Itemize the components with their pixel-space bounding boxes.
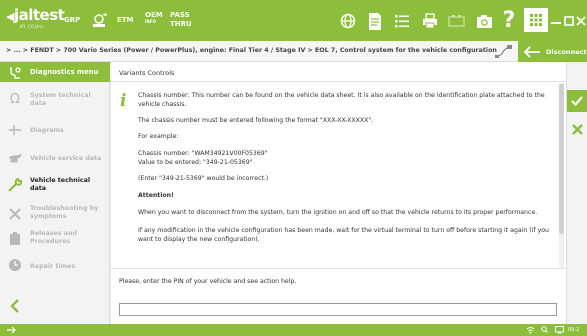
wifi-icon	[526, 327, 535, 334]
collapse-sidebar-button[interactable]	[8, 298, 22, 313]
sidebar-item-releases-procedures[interactable]: Releases and Procedures	[0, 228, 110, 256]
diagnostics-menu-header[interactable]: Diagnostics menu	[0, 62, 110, 82]
sidebar-item-vehicle-technical-data[interactable]: Vehicle technical data	[0, 172, 110, 202]
gear-clock-icon	[8, 258, 22, 272]
etm-button[interactable]: ETM	[117, 17, 134, 24]
sidebar-item-repair-times[interactable]: Repair times	[0, 254, 110, 282]
monitor-icon	[555, 326, 564, 334]
paragraph: Value to be entered: "349-21-05369"	[138, 159, 253, 166]
info-icon: i	[120, 91, 127, 111]
cancel-button[interactable]	[567, 118, 587, 140]
oil-can-icon	[8, 151, 22, 165]
clock-text: 09:2	[568, 327, 580, 333]
maximize-icon	[564, 15, 574, 26]
oem-info-button[interactable]: OEM INFO	[145, 12, 163, 25]
paragraph: Chassis number: "WAM34921V00F05369"	[138, 150, 268, 157]
attention-heading: Attention!	[138, 192, 174, 199]
help-icon[interactable]: ?	[500, 6, 518, 34]
connection-cable-icon	[495, 44, 513, 59]
search-icon	[541, 326, 548, 333]
printer-icon[interactable]	[420, 11, 440, 31]
maximize-button[interactable]	[563, 0, 575, 41]
sidebar-item-troubleshooting[interactable]: Troubleshooting by symptoms	[0, 202, 110, 230]
tools-icon	[8, 207, 22, 221]
paragraph: If any modification in the vehicle confi…	[138, 227, 549, 243]
pin-prompt: Please, enter the PIN of your vehicle an…	[119, 278, 297, 285]
pass-thru-button[interactable]: PASS THRU	[170, 12, 192, 28]
usb-icon	[7, 326, 16, 334]
scrollbar-thumb[interactable]	[559, 84, 564, 234]
breadcrumb[interactable]: > ... > FENDT > 700 Vario Series (Power …	[6, 47, 497, 54]
main-panel: Variants Controls i Chassis number: This…	[111, 62, 566, 324]
instructions-area: i Chassis number: This number can be fou…	[111, 83, 566, 268]
chevron-left-icon	[10, 299, 19, 313]
battery-icon	[446, 11, 468, 31]
paragraph: Chassis number: This number can be found…	[138, 92, 545, 108]
sidebar-item-system-technical-data[interactable]: Ω System technical data	[0, 88, 110, 116]
accept-button[interactable]	[567, 90, 587, 112]
close-icon	[571, 123, 583, 135]
paragraph: For example:	[138, 133, 179, 140]
top-toolbar: ◀jaltest BY COJALI GRP ETM OEM INFO PASS T…	[0, 0, 587, 41]
status-bar: 09:2	[0, 324, 587, 336]
paragraph: When you want to disconnect from the sys…	[138, 209, 538, 216]
minimize-icon	[551, 21, 561, 24]
app-window: ◀jaltest BY COJALI GRP ETM OEM INFO PASS T…	[0, 0, 587, 336]
minimize-button[interactable]	[549, 0, 563, 41]
clipboard-icon	[8, 232, 22, 246]
diagram-icon	[8, 123, 22, 137]
sidebar: Diagnostics menu Ω System technical data…	[0, 62, 110, 324]
close-button[interactable]	[575, 0, 587, 41]
page-title: Variants Controls	[111, 62, 566, 82]
back-arrow-icon	[523, 45, 540, 58]
diagnostics-icon	[10, 67, 21, 79]
disconnect-button[interactable]: Disconnect	[518, 41, 587, 62]
grp-button[interactable]: GRP	[64, 17, 80, 24]
grid-icon[interactable]	[524, 8, 548, 32]
camera-icon[interactable]	[474, 11, 494, 31]
checkmark-icon	[571, 96, 583, 106]
divider	[111, 268, 566, 269]
sidebar-item-diagrams[interactable]: Diagrams	[0, 120, 110, 148]
paragraph: The chassis number must be entered follo…	[138, 117, 374, 124]
list-icon[interactable]	[392, 11, 412, 31]
close-icon	[576, 15, 586, 26]
pin-input[interactable]	[119, 303, 557, 316]
jaltest-logo: ◀jaltest BY COJALI	[6, 6, 65, 30]
wrench-icon	[8, 178, 22, 192]
document-icon[interactable]	[365, 10, 385, 32]
globe-icon[interactable]	[338, 11, 358, 31]
ohm-icon: Ω	[10, 91, 20, 107]
paragraph: (Enter "349-21-5369" would be incorrect.…	[138, 175, 269, 182]
breadcrumb-bar: > ... > FENDT > 700 Vario Series (Power …	[0, 41, 587, 62]
car-tools-icon[interactable]	[89, 12, 109, 30]
